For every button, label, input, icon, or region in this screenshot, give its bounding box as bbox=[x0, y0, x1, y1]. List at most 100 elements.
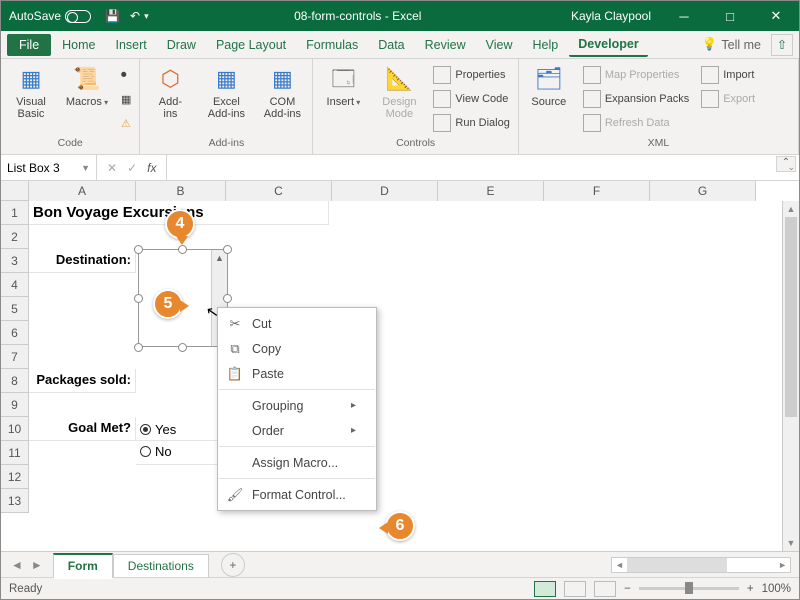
row-head-8[interactable]: 8 bbox=[1, 369, 29, 393]
zoom-in-button[interactable]: + bbox=[747, 583, 754, 595]
design-mode-button[interactable]: 📐 Design Mode bbox=[375, 62, 423, 120]
col-head-d[interactable]: D bbox=[332, 181, 438, 201]
tell-me[interactable]: 💡 Tell me bbox=[702, 37, 761, 52]
resize-handle-e[interactable] bbox=[223, 294, 232, 303]
close-button[interactable]: ✕ bbox=[753, 1, 799, 31]
row-head-1[interactable]: 1 bbox=[1, 201, 29, 225]
zoom-level[interactable]: 100% bbox=[762, 583, 791, 595]
resize-handle-s[interactable] bbox=[178, 343, 187, 352]
row-head-10[interactable]: 10 bbox=[1, 417, 29, 441]
save-icon[interactable]: 💾 bbox=[105, 9, 120, 23]
user-name[interactable]: Kayla Claypool bbox=[561, 9, 661, 23]
view-normal-button[interactable] bbox=[534, 581, 556, 597]
tab-view[interactable]: View bbox=[477, 34, 522, 56]
menu-order[interactable]: Order bbox=[218, 418, 376, 443]
view-code-button[interactable]: View Code bbox=[431, 88, 511, 110]
import-button[interactable]: Import bbox=[699, 64, 757, 86]
record-macro-button[interactable]: ⏺ bbox=[119, 64, 133, 86]
properties-button[interactable]: Properties bbox=[431, 64, 511, 86]
name-box-dropdown-icon[interactable]: ▼ bbox=[81, 163, 90, 173]
sheet-tab-destinations[interactable]: Destinations bbox=[113, 554, 209, 577]
cell-a3[interactable]: Destination: bbox=[29, 249, 136, 273]
tab-file[interactable]: File bbox=[7, 34, 51, 56]
row-head-11[interactable]: 11 bbox=[1, 441, 29, 465]
minimize-button[interactable]: ─ bbox=[661, 1, 707, 31]
row-head-6[interactable]: 6 bbox=[1, 321, 29, 345]
view-page-break-button[interactable] bbox=[594, 581, 616, 597]
menu-cut[interactable]: ✂Cut bbox=[218, 311, 376, 336]
col-head-e[interactable]: E bbox=[438, 181, 544, 201]
row-head-12[interactable]: 12 bbox=[1, 465, 29, 489]
cell-a10[interactable]: Goal Met? bbox=[29, 417, 136, 441]
row-head-3[interactable]: 3 bbox=[1, 249, 29, 273]
source-button[interactable]: 🗂 Source bbox=[525, 62, 573, 108]
redo-dropdown-icon[interactable]: ▾ bbox=[144, 11, 149, 22]
chevron-right-icon[interactable]: ► bbox=[31, 558, 43, 572]
menu-format-control[interactable]: 🖌Format Control... bbox=[218, 482, 376, 507]
resize-handle-sw[interactable] bbox=[134, 343, 143, 352]
tab-review[interactable]: Review bbox=[416, 34, 475, 56]
tab-draw[interactable]: Draw bbox=[158, 34, 205, 56]
select-all-corner[interactable] bbox=[1, 181, 29, 201]
maximize-button[interactable]: □ bbox=[707, 1, 753, 31]
row-head-4[interactable]: 4 bbox=[1, 273, 29, 297]
visual-basic-button[interactable]: ▦ Visual Basic bbox=[7, 62, 55, 120]
zoom-out-button[interactable]: − bbox=[624, 583, 631, 595]
row-head-5[interactable]: 5 bbox=[1, 297, 29, 321]
addins-button[interactable]: ⬡ Add- ins bbox=[146, 62, 194, 120]
run-dialog-button[interactable]: Run Dialog bbox=[431, 112, 511, 134]
menu-paste[interactable]: 📋Paste bbox=[218, 361, 376, 386]
scrollbar-thumb[interactable] bbox=[785, 217, 797, 417]
scroll-down-arrow-icon[interactable]: ▼ bbox=[783, 535, 799, 551]
col-head-c[interactable]: C bbox=[226, 181, 332, 201]
add-sheet-button[interactable]: + bbox=[221, 553, 245, 577]
row-head-7[interactable]: 7 bbox=[1, 345, 29, 369]
fx-icon[interactable]: fx bbox=[147, 161, 156, 175]
radio-yes[interactable]: Yes bbox=[140, 422, 176, 437]
insert-control-button[interactable]: 🗔 Insert bbox=[319, 62, 367, 108]
com-addins-button[interactable]: ▦ COM Add-ins bbox=[258, 62, 306, 120]
col-head-a[interactable]: A bbox=[29, 181, 136, 201]
tab-insert[interactable]: Insert bbox=[107, 34, 156, 56]
tab-formulas[interactable]: Formulas bbox=[297, 34, 367, 56]
listbox-control[interactable]: ▲ ▼ bbox=[138, 249, 228, 347]
resize-handle-ne[interactable] bbox=[223, 245, 232, 254]
name-box[interactable]: List Box 3 ▼ bbox=[1, 155, 97, 180]
tab-page-layout[interactable]: Page Layout bbox=[207, 34, 295, 56]
col-head-f[interactable]: F bbox=[544, 181, 650, 201]
hscroll-thumb[interactable] bbox=[627, 558, 727, 572]
sheet-tab-form[interactable]: Form bbox=[53, 553, 113, 579]
radio-no[interactable]: No bbox=[140, 444, 172, 459]
cell-b10[interactable]: Yes bbox=[136, 417, 226, 441]
autosave-toggle[interactable]: AutoSave bbox=[1, 9, 99, 23]
cell-a8[interactable]: Packages sold: bbox=[29, 369, 136, 393]
row-head-13[interactable]: 13 bbox=[1, 489, 29, 513]
scroll-up-arrow-icon[interactable]: ▲ bbox=[783, 201, 799, 217]
sheet-nav[interactable]: ◄► bbox=[1, 558, 53, 572]
chevron-left-icon[interactable]: ◄ bbox=[11, 558, 23, 572]
resize-handle-w[interactable] bbox=[134, 294, 143, 303]
menu-grouping[interactable]: Grouping bbox=[218, 393, 376, 418]
formula-input[interactable]: ⌄ bbox=[166, 155, 799, 180]
col-head-b[interactable]: B bbox=[136, 181, 226, 201]
tab-help[interactable]: Help bbox=[524, 34, 568, 56]
worksheet[interactable]: A B C D E F G 1 2 3 4 5 6 7 8 9 10 11 12… bbox=[1, 181, 799, 551]
expand-formula-bar-icon[interactable]: ⌄ bbox=[787, 162, 795, 173]
expansion-packs-button[interactable]: Expansion Packs bbox=[581, 88, 691, 110]
tab-developer[interactable]: Developer bbox=[569, 33, 647, 57]
menu-copy[interactable]: ⧉Copy bbox=[218, 336, 376, 361]
excel-addins-button[interactable]: ▦ Excel Add-ins bbox=[202, 62, 250, 120]
zoom-slider[interactable] bbox=[639, 587, 739, 590]
row-head-9[interactable]: 9 bbox=[1, 393, 29, 417]
cell-b11[interactable]: No bbox=[136, 441, 226, 465]
tab-data[interactable]: Data bbox=[369, 34, 413, 56]
undo-icon[interactable]: ↶ bbox=[130, 9, 140, 23]
horizontal-scrollbar[interactable]: ◄► bbox=[611, 557, 791, 573]
resize-handle-nw[interactable] bbox=[134, 245, 143, 254]
tab-home[interactable]: Home bbox=[53, 34, 104, 56]
use-relative-refs-button[interactable]: ▦ bbox=[119, 88, 133, 110]
resize-handle-n[interactable] bbox=[178, 245, 187, 254]
macros-button[interactable]: 📜 Macros bbox=[63, 62, 111, 108]
macro-security-button[interactable]: ⚠ bbox=[119, 112, 133, 134]
col-head-g[interactable]: G bbox=[650, 181, 756, 201]
